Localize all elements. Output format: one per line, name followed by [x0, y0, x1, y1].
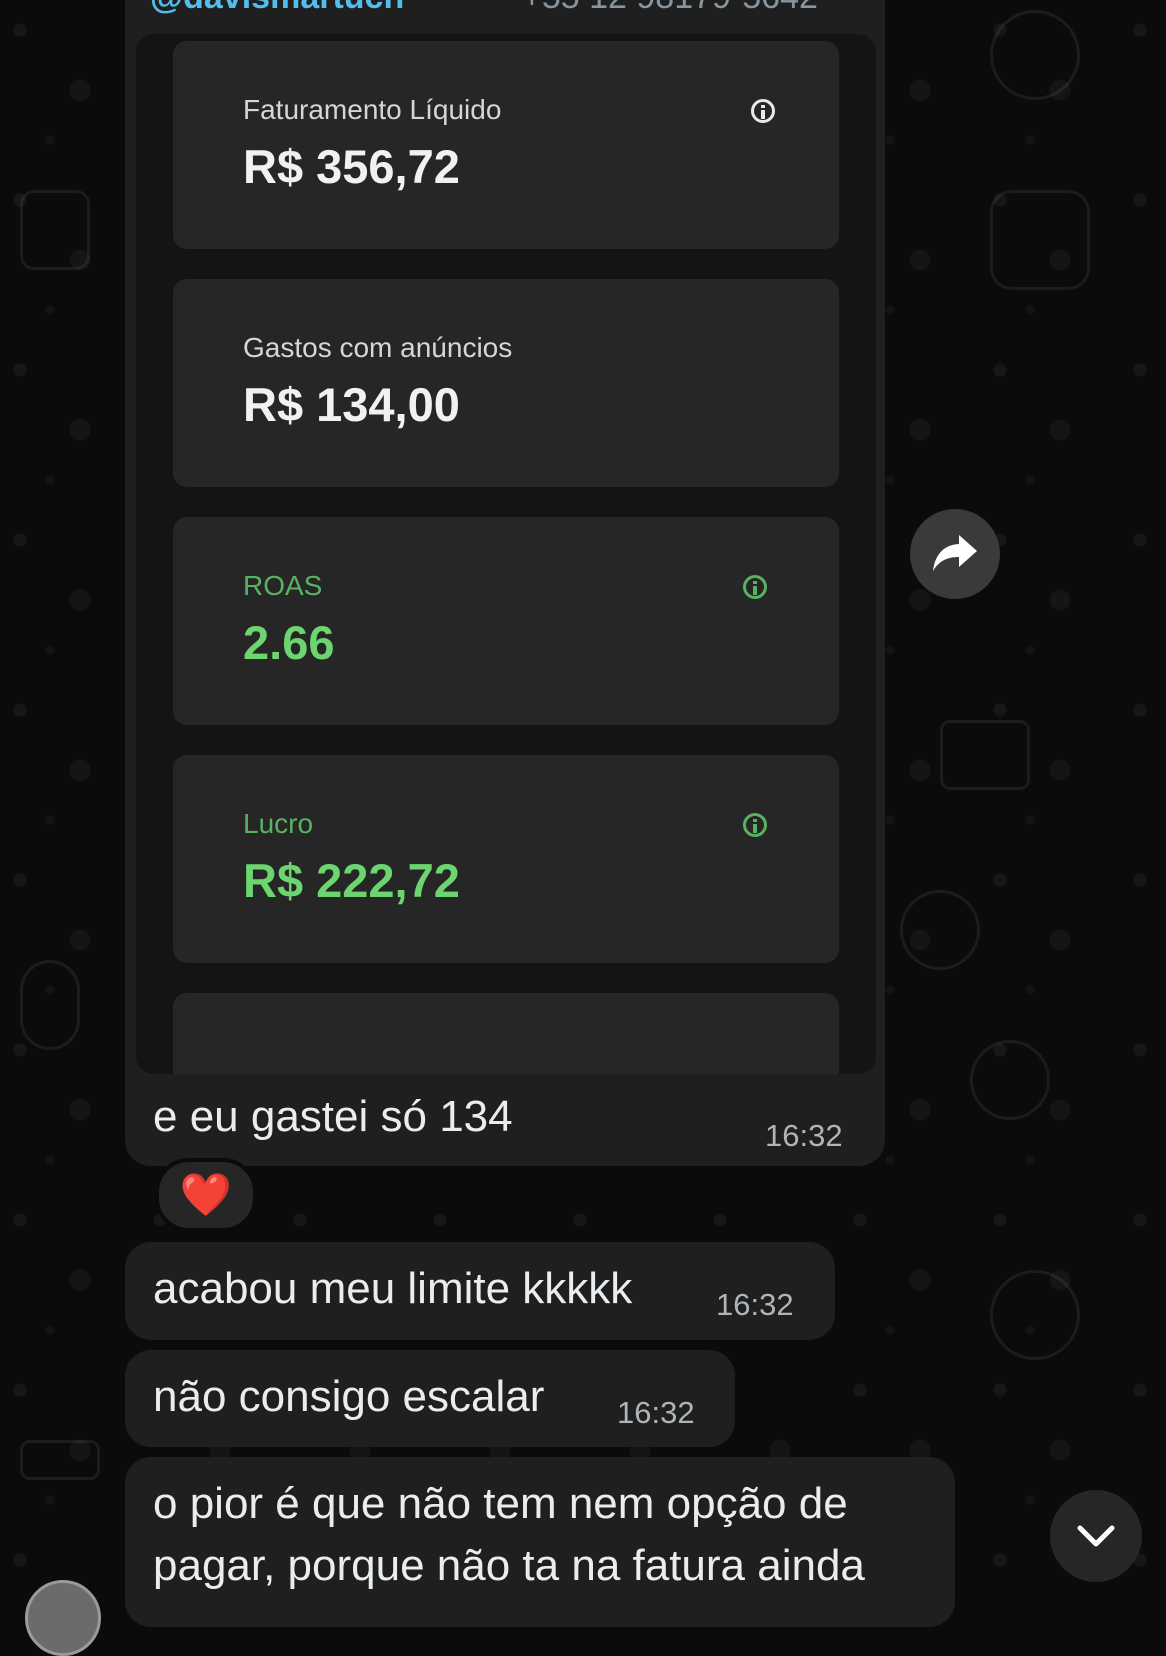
partial-card [173, 993, 839, 1074]
sender-handle[interactable]: @davismartuch [150, 0, 404, 17]
message-text: e eu gastei só 134 [153, 1092, 513, 1141]
info-icon [743, 575, 767, 599]
forward-button[interactable] [910, 509, 1000, 599]
message-bubble[interactable]: o pior é que não tem nem opção de pagar,… [125, 1457, 955, 1627]
card-label: Faturamento Líquido [243, 94, 502, 125]
forwarded-header: @davismartuch +55 12 98179-5642 [150, 0, 870, 18]
card-label: Gastos com anúncios [243, 332, 513, 363]
message-time: 16:32 [765, 1118, 843, 1153]
roas-card: ROAS 2.66 [173, 517, 839, 725]
message-bubble[interactable]: acabou meu limite kkkkk 16:32 [125, 1242, 835, 1340]
info-icon [751, 99, 775, 123]
card-label: ROAS [243, 570, 323, 601]
info-icon [743, 813, 767, 837]
sender-phone: +55 12 98179-5642 [522, 0, 818, 17]
message-bubble[interactable]: não consigo escalar 16:32 [125, 1350, 735, 1447]
message-time: 16:32 [716, 1287, 794, 1322]
dashboard-screenshot[interactable]: Faturamento Líquido R$ 356,72 Gastos com… [136, 34, 876, 1074]
ad-spend-card: Gastos com anúncios R$ 134,00 [173, 279, 839, 487]
card-label: Lucro [243, 808, 314, 839]
message-line: pagar, porque não ta na fatura ainda [153, 1541, 865, 1590]
card-value: 2.66 [243, 616, 335, 669]
chevron-down-icon [1077, 1525, 1115, 1547]
message-text: acabou meu limite kkkkk [153, 1264, 633, 1313]
card-value: R$ 356,72 [243, 140, 460, 193]
card-value: R$ 134,00 [243, 378, 460, 431]
profit-card: Lucro R$ 222,72 [173, 755, 839, 963]
avatar[interactable] [25, 1580, 101, 1656]
net-revenue-card: Faturamento Líquido R$ 356,72 [173, 41, 839, 249]
card-value: R$ 222,72 [243, 854, 460, 907]
message-time: 16:32 [617, 1395, 695, 1430]
heart-reaction-icon[interactable]: ❤️ [155, 1158, 257, 1232]
message-text: não consigo escalar [153, 1372, 545, 1421]
scroll-down-button[interactable] [1050, 1490, 1142, 1582]
message-line: o pior é que não tem nem opção de [153, 1479, 848, 1528]
forward-arrow-icon [933, 535, 977, 571]
